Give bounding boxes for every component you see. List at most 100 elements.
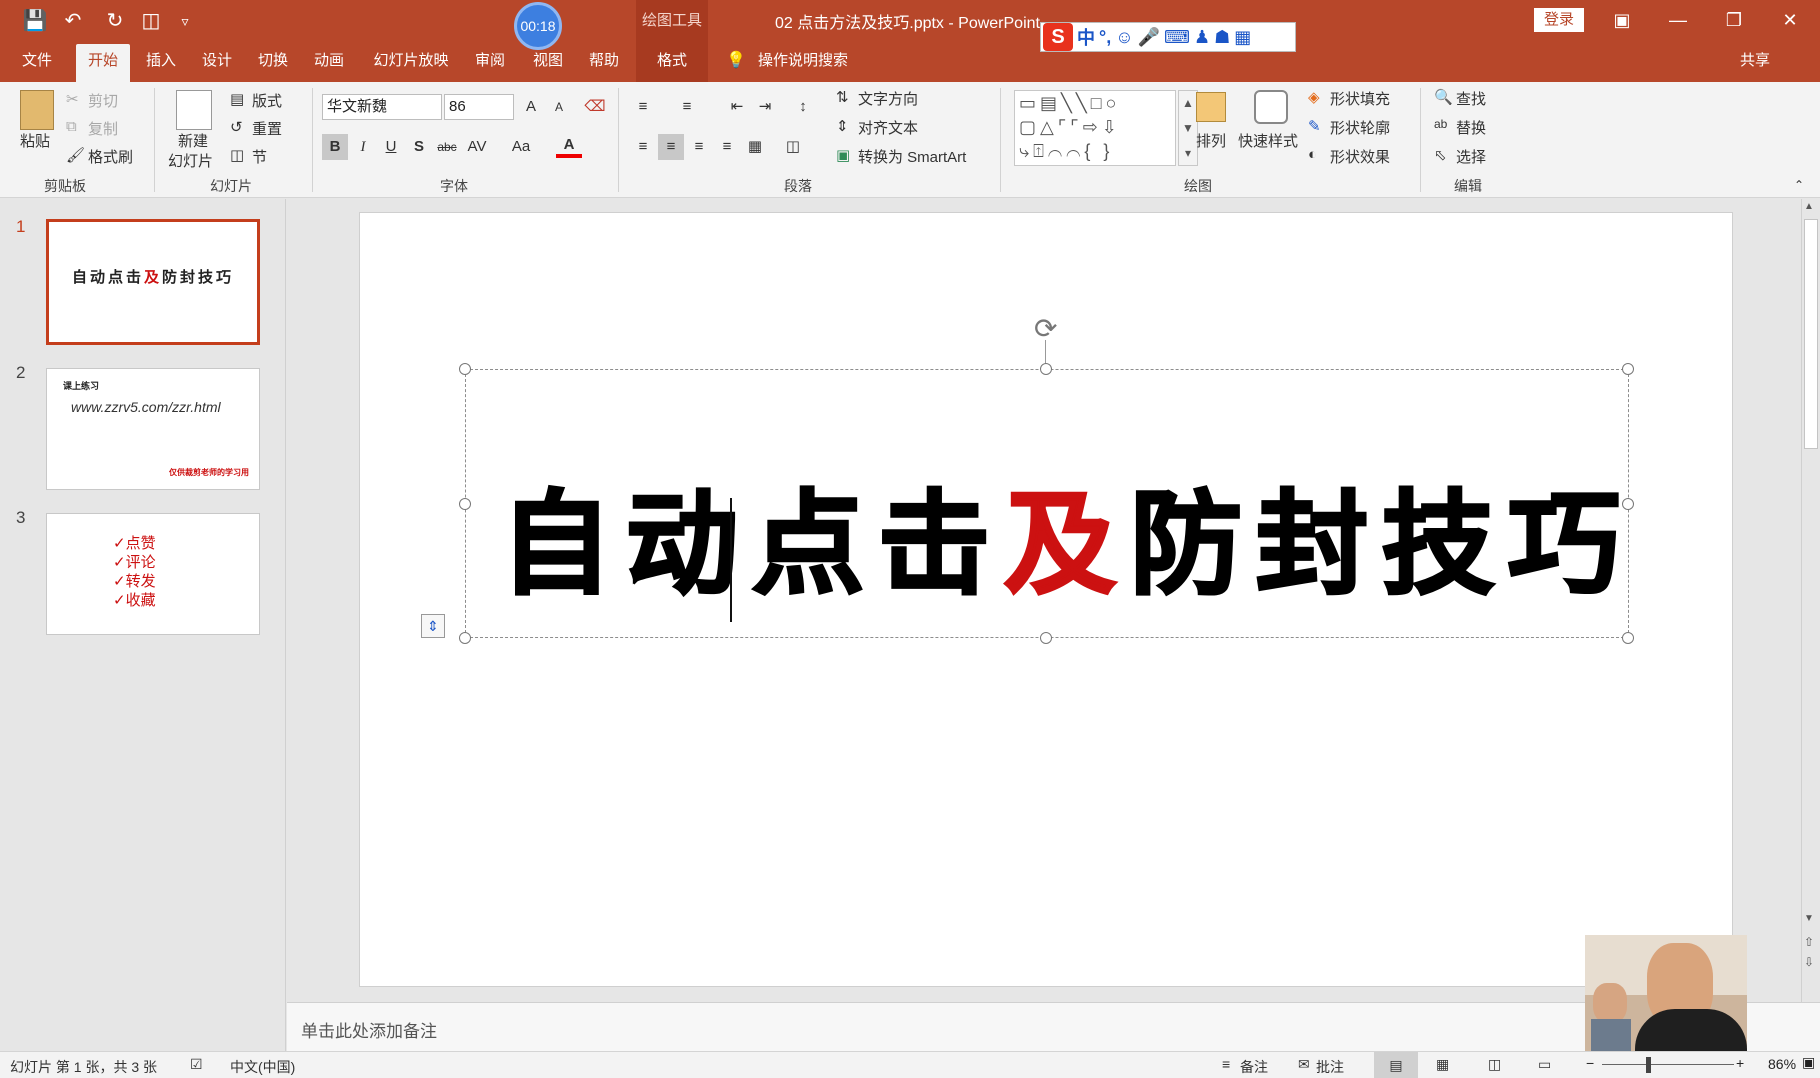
grow-font-button[interactable]: A — [518, 94, 544, 120]
spellcheck-icon[interactable]: ☑ — [190, 1056, 203, 1073]
autofit-options-icon[interactable]: ⇕ — [421, 614, 445, 638]
tab-home[interactable]: 开始 — [76, 44, 130, 82]
collapse-ribbon-icon[interactable]: ⌃ — [1794, 178, 1804, 192]
quick-styles-button[interactable]: 快速样式 — [1238, 130, 1298, 151]
paste-icon[interactable] — [20, 90, 54, 130]
resize-handle[interactable] — [459, 632, 471, 644]
shrink-font-button[interactable]: A — [546, 94, 572, 120]
tab-format[interactable]: 格式 — [636, 44, 708, 82]
align-left-icon[interactable]: ≡ — [630, 134, 656, 160]
tab-view[interactable]: 视图 — [520, 44, 576, 82]
new-slide-button[interactable]: 新建 — [178, 130, 208, 151]
numbering-icon[interactable]: ≡ — [674, 94, 700, 120]
font-color-button[interactable]: A — [556, 132, 582, 158]
next-slide-icon[interactable]: ⇩ — [1804, 955, 1814, 969]
resize-handle[interactable] — [1622, 363, 1634, 375]
shapes-scroll[interactable]: ▲ ▼ ▾ — [1178, 90, 1198, 166]
smartart-button[interactable]: 转换为 SmartArt — [858, 146, 966, 167]
shadow-button[interactable]: S — [406, 134, 432, 160]
tab-insert[interactable]: 插入 — [134, 44, 188, 82]
slide-thumbnail-1[interactable]: 自动点击及防封技巧 — [46, 219, 260, 345]
fit-slide-icon[interactable]: ▣ — [1802, 1054, 1815, 1071]
clear-format-icon[interactable]: ⌫ — [582, 94, 608, 120]
section-button[interactable]: 节 — [252, 146, 267, 167]
font-size-box[interactable]: 86 — [444, 94, 514, 120]
prev-slide-icon[interactable]: ⇧ — [1804, 935, 1814, 949]
normal-view-icon[interactable]: ▤ — [1374, 1052, 1418, 1078]
zoom-slider[interactable] — [1602, 1064, 1734, 1065]
resize-handle[interactable] — [1040, 363, 1052, 375]
tab-animations[interactable]: 动画 — [302, 44, 356, 82]
undo-icon[interactable]: ↶ — [58, 6, 88, 36]
paste-button[interactable]: 粘贴 — [20, 130, 50, 151]
shape-effects-button[interactable]: 形状效果 — [1330, 146, 1390, 167]
slideshow-view-icon[interactable]: ▭ — [1538, 1056, 1551, 1073]
align-center-icon[interactable]: ≡ — [658, 134, 684, 160]
new-slide-icon[interactable] — [176, 90, 212, 130]
format-painter-button[interactable]: 格式刷 — [88, 146, 133, 167]
scroll-thumb[interactable] — [1804, 219, 1818, 449]
resize-handle[interactable] — [459, 363, 471, 375]
comments-button[interactable]: 批注 — [1316, 1057, 1344, 1077]
save-icon[interactable]: 💾 — [20, 6, 50, 36]
arrange-button[interactable]: 排列 — [1196, 130, 1226, 151]
tab-design[interactable]: 设计 — [190, 44, 244, 82]
bold-button[interactable]: B — [322, 134, 348, 160]
zoom-slider-thumb[interactable] — [1646, 1057, 1651, 1073]
line-spacing-icon[interactable]: ↕ — [790, 94, 816, 120]
slide-title-text[interactable]: 自动点击及防封技巧 — [499, 478, 1622, 611]
new-slide-label[interactable]: 幻灯片 — [168, 150, 213, 171]
tab-review[interactable]: 审阅 — [462, 44, 518, 82]
distributed-icon[interactable]: ▦ — [742, 134, 768, 160]
slide-thumbnail-2[interactable]: 课上练习 www.zzrv5.com/zzr.html 仅供裁剪老师的学习用 — [46, 368, 260, 490]
slide-thumbnail-3[interactable]: ✓点赞 ✓评论 ✓转发 ✓收藏 — [46, 513, 260, 635]
columns-icon[interactable]: ◫ — [780, 134, 806, 160]
char-spacing-button[interactable]: AV — [464, 134, 490, 160]
notes-placeholder[interactable]: 单击此处添加备注 — [301, 1017, 437, 1042]
language-indicator[interactable]: 中文(中国) — [230, 1057, 295, 1077]
login-button[interactable]: 登录 — [1534, 8, 1584, 32]
zoom-level[interactable]: 86% — [1768, 1056, 1796, 1072]
share-button[interactable]: 共享 — [1740, 44, 1770, 82]
font-name-box[interactable]: 华文新魏 — [322, 94, 442, 120]
close-icon[interactable]: ✕ — [1762, 0, 1818, 40]
bullets-icon[interactable]: ≡ — [630, 94, 656, 120]
increase-indent-icon[interactable]: ⇥ — [752, 94, 778, 120]
italic-button[interactable]: I — [350, 134, 376, 160]
resize-handle[interactable] — [459, 498, 471, 510]
customize-qat-icon[interactable]: ▿ — [170, 6, 200, 36]
vertical-scrollbar[interactable]: ▲ ▼ ⇧ ⇩ — [1801, 199, 1820, 1002]
shapes-gallery[interactable]: ▭▤╲╲□○ ▢△⌜⌜⇨⇩ ⤷⍐⌒⌒{ } — [1014, 90, 1176, 166]
reading-view-icon[interactable]: ◫ — [1488, 1056, 1501, 1073]
minimize-icon[interactable]: — — [1650, 0, 1706, 40]
restore-icon[interactable]: ❐ — [1706, 0, 1762, 40]
copy-button[interactable]: 复制 — [88, 118, 118, 139]
slide-sorter-icon[interactable]: ▦ — [1436, 1056, 1449, 1073]
change-case-button[interactable]: Aa — [508, 134, 534, 160]
find-button[interactable]: 查找 — [1456, 88, 1486, 109]
tell-me-search[interactable]: 操作说明搜索 — [758, 44, 848, 82]
tab-transitions[interactable]: 切换 — [246, 44, 300, 82]
layout-button[interactable]: 版式 — [252, 90, 282, 111]
tab-help[interactable]: 帮助 — [576, 44, 632, 82]
select-button[interactable]: 选择 — [1456, 146, 1486, 167]
zoom-out-icon[interactable]: − — [1586, 1055, 1594, 1071]
tab-file[interactable]: 文件 — [10, 44, 64, 82]
slide-thumbnail-panel[interactable]: 1 自动点击及防封技巧 2 课上练习 www.zzrv5.com/zzr.htm… — [0, 199, 286, 1051]
underline-button[interactable]: U — [378, 134, 404, 160]
arrange-icon[interactable] — [1196, 92, 1226, 122]
shape-fill-button[interactable]: 形状填充 — [1330, 88, 1390, 109]
align-text-button[interactable]: 对齐文本 — [858, 117, 918, 138]
scroll-up-icon[interactable]: ▲ — [1804, 201, 1814, 212]
quick-styles-icon[interactable] — [1254, 90, 1288, 124]
shape-outline-button[interactable]: 形状轮廓 — [1330, 117, 1390, 138]
justify-icon[interactable]: ≡ — [714, 134, 740, 160]
replace-button[interactable]: 替换 — [1456, 117, 1486, 138]
notes-button[interactable]: 备注 — [1240, 1057, 1268, 1077]
resize-handle[interactable] — [1622, 632, 1634, 644]
strikethrough-button[interactable]: abc — [434, 134, 460, 160]
ribbon-display-icon[interactable]: ▣ — [1594, 0, 1650, 40]
tab-slideshow[interactable]: 幻灯片放映 — [364, 44, 458, 82]
resize-handle[interactable] — [1040, 632, 1052, 644]
align-right-icon[interactable]: ≡ — [686, 134, 712, 160]
